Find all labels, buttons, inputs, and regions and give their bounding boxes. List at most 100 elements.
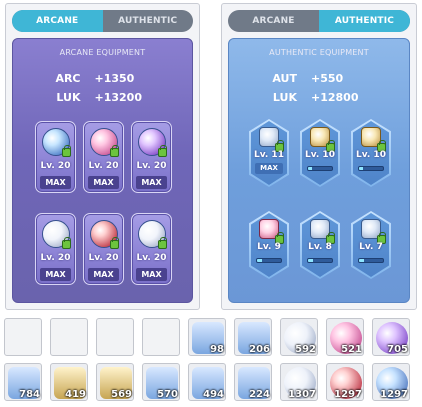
arcane-window: ARCANE AUTHENTIC ARCANE EQUIPMENT ARC +1…: [5, 3, 200, 310]
stat-label: LUK: [56, 91, 81, 104]
max-badge: MAX: [136, 268, 167, 281]
arcane-symbol-card-6[interactable]: Lv. 20 MAX: [131, 213, 172, 285]
symbol-level: Lv. 20: [88, 161, 119, 171]
item-quantity: 494: [203, 389, 224, 400]
growth-progress-fill: [359, 167, 363, 170]
arcane-symbol-card-2[interactable]: Lv. 20 MAX: [83, 121, 124, 193]
inventory-slot[interactable]: 419: [50, 363, 88, 401]
growth-progress-fill: [308, 259, 313, 262]
arcane-symbol-card-5[interactable]: Lv. 20 MAX: [83, 213, 124, 285]
inventory-slot[interactable]: 1307: [280, 363, 318, 401]
item-quantity: 1297: [334, 389, 362, 400]
inventory-grid: 98 206 592 521 705 784 419 569 570 494 2…: [4, 318, 420, 406]
symbol-level: Lv. 20: [136, 161, 167, 171]
max-badge: MAX: [255, 163, 283, 174]
tab-arcane[interactable]: ARCANE: [228, 10, 319, 32]
symbol-level: Lv. 11: [254, 150, 284, 160]
max-badge: MAX: [40, 268, 71, 281]
item-quantity: 521: [341, 344, 362, 355]
symbol-ui-root: ARCANE AUTHENTIC ARCANE EQUIPMENT ARC +1…: [0, 0, 422, 407]
symbol-level: Lv. 20: [40, 253, 71, 263]
item-quantity: 1297: [380, 389, 408, 400]
inventory-slot-empty[interactable]: [142, 318, 180, 356]
inventory-slot[interactable]: 592: [280, 318, 318, 356]
growth-progress-bar: [256, 258, 282, 263]
inventory-slot[interactable]: 705: [372, 318, 410, 356]
authentic-window-tabs: ARCANE AUTHENTIC: [228, 10, 410, 32]
inventory-slot-empty[interactable]: [96, 318, 134, 356]
item-quantity: 705: [387, 344, 408, 355]
symbol-level: Lv. 20: [40, 161, 71, 171]
item-quantity: 592: [295, 344, 316, 355]
item-quantity: 1307: [288, 389, 316, 400]
item-quantity: 570: [157, 389, 178, 400]
authentic-symbol-card-2[interactable]: Lv. 10: [300, 119, 340, 187]
growth-progress-bar: [358, 166, 384, 171]
inventory-slot[interactable]: 569: [96, 363, 134, 401]
max-badge: MAX: [88, 268, 119, 281]
symbol-level: Lv. 7: [359, 242, 383, 252]
inventory-slot-empty[interactable]: [4, 318, 42, 356]
authentic-symbol-card-1[interactable]: Lv. 11 MAX: [249, 119, 289, 187]
stat-value: +550: [311, 72, 344, 85]
arcane-symbol-card-4[interactable]: Lv. 20 MAX: [35, 213, 76, 285]
symbol-level: Lv. 20: [136, 253, 167, 263]
growth-progress-fill: [359, 259, 364, 262]
authentic-symbol-card-6[interactable]: Lv. 7: [351, 211, 391, 279]
stat-value: +12800: [311, 91, 359, 104]
stat-label: LUK: [272, 91, 297, 104]
item-quantity: 419: [65, 389, 86, 400]
growth-progress-fill: [257, 259, 262, 262]
panel-title: AUTHENTIC EQUIPMENT: [269, 48, 369, 57]
arcane-symbol-card-1[interactable]: Lv. 20 MAX: [35, 121, 76, 193]
inventory-slot[interactable]: 1297: [326, 363, 364, 401]
growth-progress-fill: [308, 167, 312, 170]
luk-stat: LUK +13200: [13, 91, 192, 104]
authentic-symbol-card-4[interactable]: Lv. 9: [249, 211, 289, 279]
growth-progress-bar: [358, 258, 384, 263]
inventory-slot-empty[interactable]: [50, 318, 88, 356]
item-quantity: 224: [249, 389, 270, 400]
item-quantity: 784: [19, 389, 40, 400]
inventory-slot[interactable]: 570: [142, 363, 180, 401]
inventory-slot[interactable]: 206: [234, 318, 272, 356]
max-badge: MAX: [88, 176, 119, 189]
stat-label: ARC: [55, 72, 81, 85]
inventory-slot[interactable]: 98: [188, 318, 226, 356]
lock-icon: [110, 145, 119, 157]
stat-value: +1350: [94, 72, 135, 85]
symbol-level: Lv. 10: [305, 150, 335, 160]
symbol-level: Lv. 10: [356, 150, 386, 160]
panel-title: ARCANE EQUIPMENT: [59, 48, 146, 57]
symbol-level: Lv. 8: [308, 242, 332, 252]
luk-stat: LUK +12800: [229, 91, 409, 104]
authentic-symbol-card-5[interactable]: Lv. 8: [300, 211, 340, 279]
aut-stat: AUT +550: [229, 72, 409, 85]
authentic-equipment-panel: AUTHENTIC EQUIPMENT AUT +550 LUK +12800 …: [228, 38, 410, 303]
lock-icon: [62, 237, 71, 249]
inventory-slot[interactable]: 494: [188, 363, 226, 401]
arcane-symbol-card-3[interactable]: Lv. 20 MAX: [131, 121, 172, 193]
max-badge: MAX: [136, 176, 167, 189]
authentic-window: ARCANE AUTHENTIC AUTHENTIC EQUIPMENT AUT…: [221, 3, 417, 310]
tab-arcane[interactable]: ARCANE: [12, 10, 103, 32]
inventory-slot[interactable]: 521: [326, 318, 364, 356]
max-badge: MAX: [40, 176, 71, 189]
lock-icon: [110, 237, 119, 249]
authentic-symbol-card-3[interactable]: Lv. 10: [351, 119, 391, 187]
stat-value: +13200: [94, 91, 143, 104]
inventory-slot[interactable]: 784: [4, 363, 42, 401]
item-quantity: 569: [111, 389, 132, 400]
lock-icon: [158, 237, 167, 249]
arcane-equipment-panel: ARCANE EQUIPMENT ARC +1350 LUK +13200 Lv…: [12, 38, 193, 303]
symbol-level: Lv. 9: [257, 242, 281, 252]
stat-label: AUT: [272, 72, 297, 85]
inventory-slot[interactable]: 1297: [372, 363, 410, 401]
tab-authentic[interactable]: AUTHENTIC: [319, 10, 410, 32]
growth-progress-bar: [307, 166, 333, 171]
inventory-slot[interactable]: 224: [234, 363, 272, 401]
tab-authentic[interactable]: AUTHENTIC: [103, 10, 194, 32]
symbol-level: Lv. 20: [88, 253, 119, 263]
item-quantity: 206: [249, 344, 270, 355]
lock-icon: [158, 145, 167, 157]
